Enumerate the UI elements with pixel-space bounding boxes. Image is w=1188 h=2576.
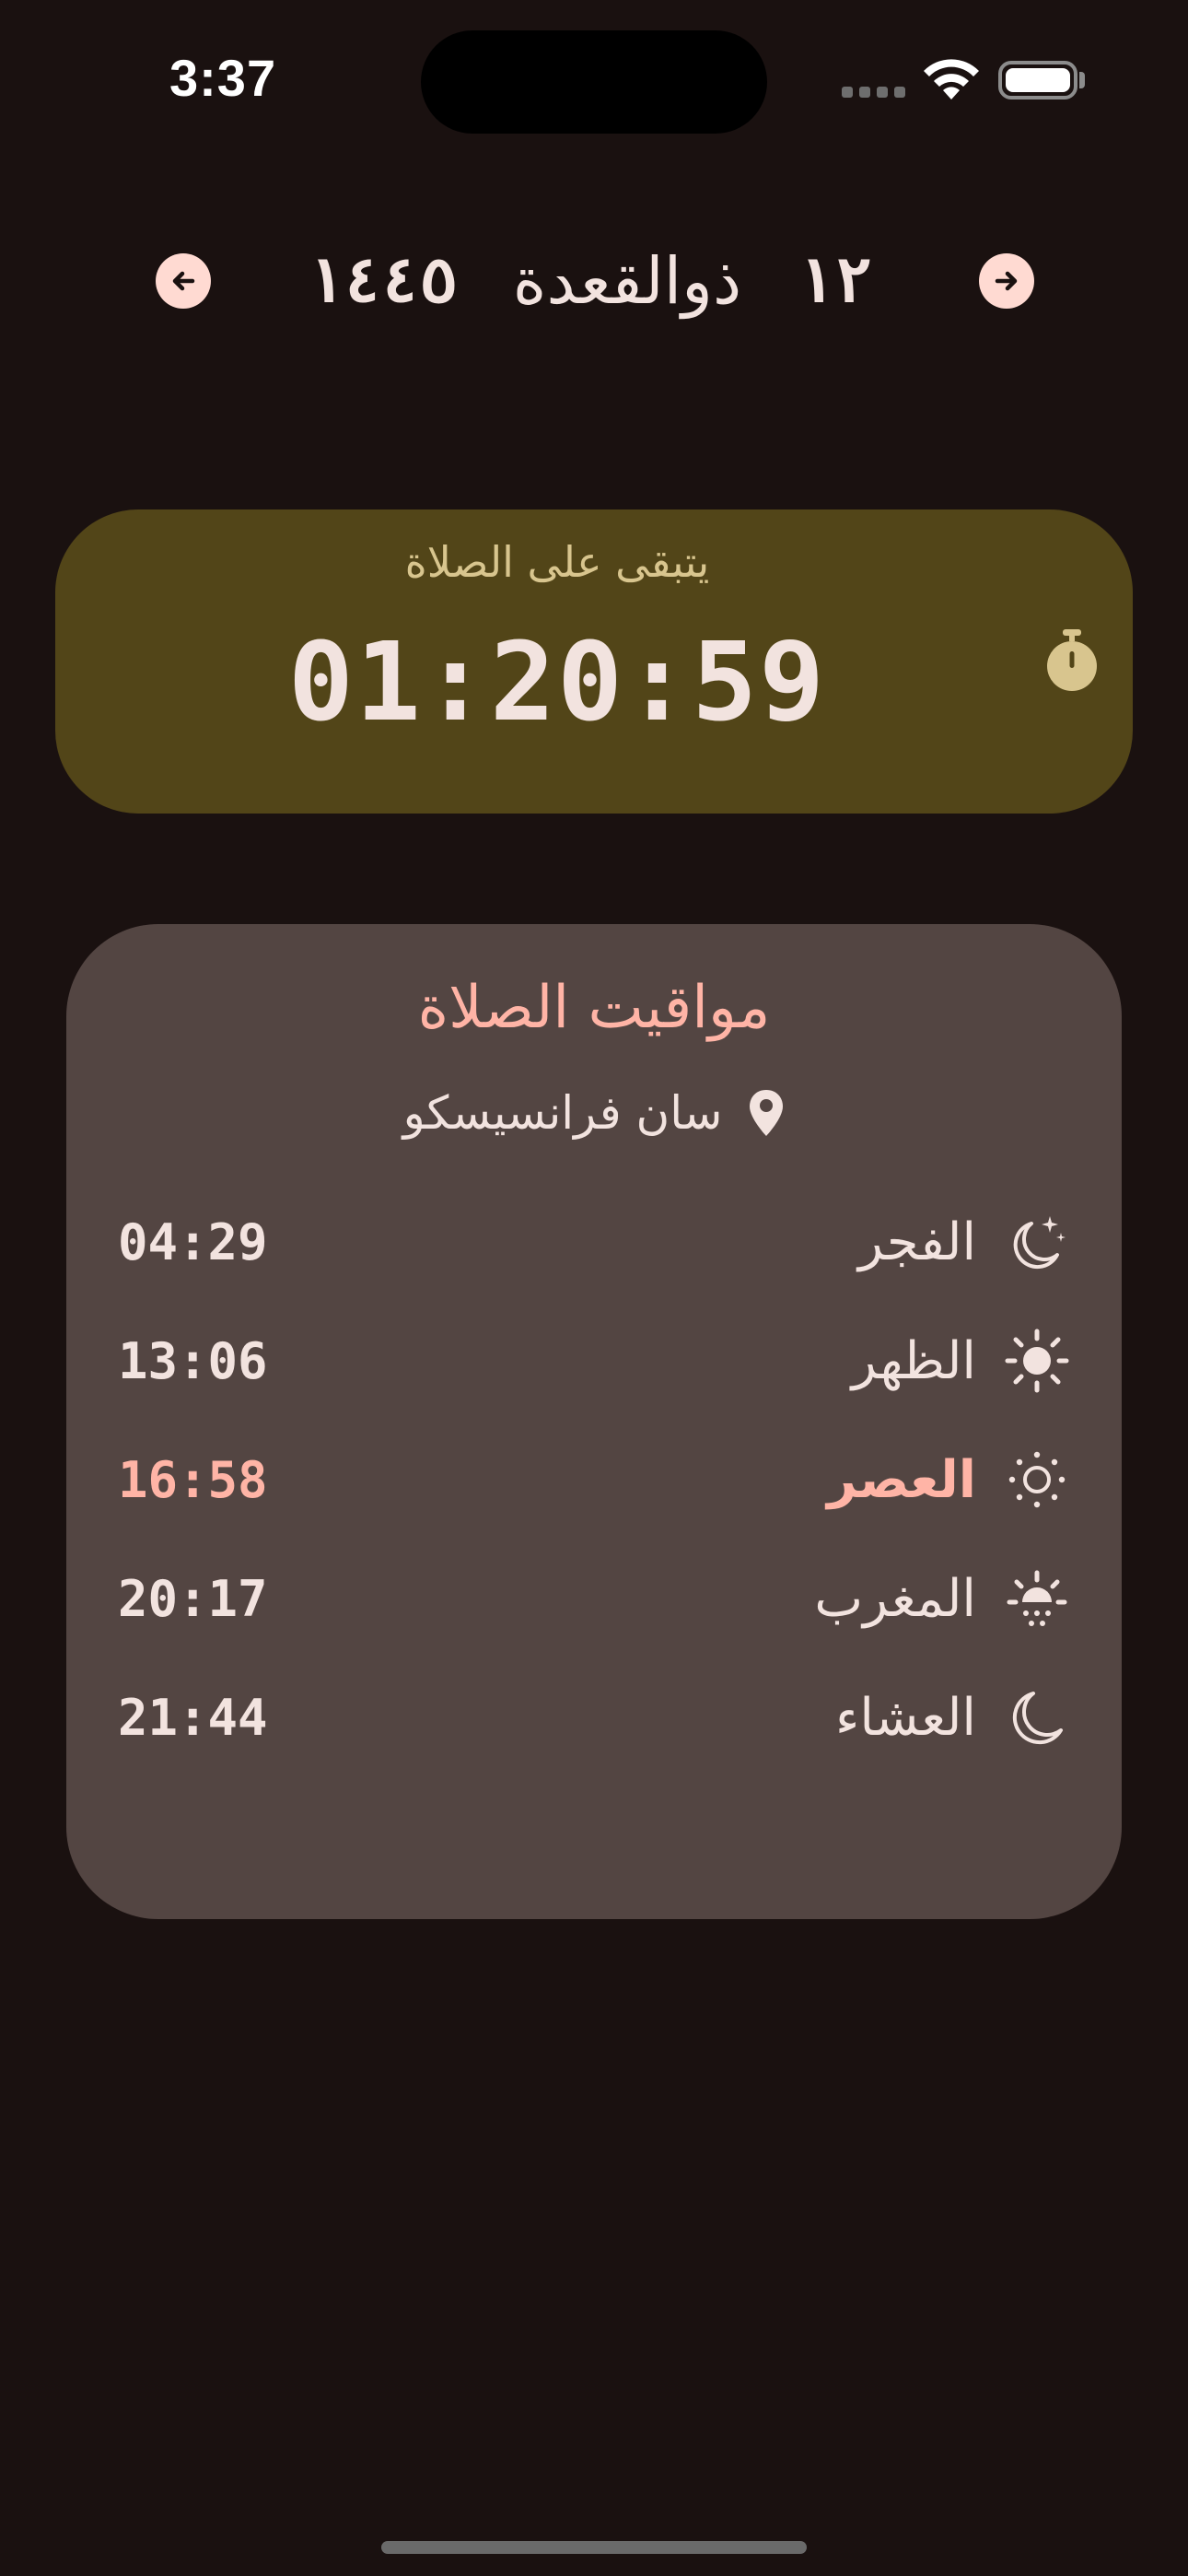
prayer-name: الفجر xyxy=(858,1212,976,1272)
battery-tip xyxy=(1079,72,1085,88)
prayer-time: 04:29 xyxy=(118,1212,268,1271)
location-row: سان فرانسيسكو xyxy=(66,1086,1122,1140)
next-day-button[interactable] xyxy=(979,253,1034,309)
countdown-card: يتبقى على الصلاة 01:20:59 xyxy=(55,509,1133,814)
hijri-year: ١٤٤٥ xyxy=(307,244,458,318)
wifi-icon xyxy=(924,59,979,100)
hijri-day: ١٢ xyxy=(797,244,873,318)
prayer-row-asr: 16:58 العصر xyxy=(118,1438,1070,1521)
prayer-time: 13:06 xyxy=(118,1331,268,1390)
prayer-time: 16:58 xyxy=(118,1450,268,1509)
sun-icon xyxy=(1005,1329,1069,1393)
moon-icon xyxy=(1012,1692,1063,1745)
previous-day-button[interactable] xyxy=(156,253,211,309)
prayer-row-fajr: 04:29 الفجر xyxy=(118,1200,1070,1283)
countdown-time: 01:20:59 xyxy=(287,618,827,745)
prayer-name: العصر xyxy=(827,1449,976,1510)
prayer-row-dhuhr: 13:06 الظهر xyxy=(118,1319,1070,1402)
dynamic-island xyxy=(421,30,767,134)
cellular-signal-icon xyxy=(842,87,905,98)
location-name: سان فرانسيسكو xyxy=(402,1086,723,1140)
prayer-row-maghrib: 20:17 المغرب xyxy=(118,1557,1070,1640)
moon-stars-icon xyxy=(1013,1216,1066,1270)
battery-icon xyxy=(998,61,1077,100)
arrow-right-icon xyxy=(995,271,1018,291)
countdown-label: يتبقى على الصلاة xyxy=(404,537,710,587)
prayer-time: 21:44 xyxy=(118,1688,268,1747)
location-pin-icon xyxy=(750,1090,784,1136)
sunset-icon xyxy=(1007,1570,1067,1626)
prayer-name: المغرب xyxy=(814,1568,976,1629)
prayer-name: العشاء xyxy=(835,1687,976,1748)
hijri-month: ذوالقعدة xyxy=(512,243,742,319)
sun-outline-icon xyxy=(1008,1451,1066,1508)
arrow-left-icon xyxy=(172,271,195,291)
prayer-row-isha: 21:44 العشاء xyxy=(118,1676,1070,1759)
status-bar-time: 3:37 xyxy=(169,49,277,107)
prayer-times-card: مواقيت الصلاة سان فرانسيسكو 04:29 الفجر … xyxy=(66,924,1122,1919)
timer-icon xyxy=(1047,629,1097,691)
hijri-date: ١٢ ذوالقعدة ١٤٤٥ xyxy=(221,230,958,332)
prayer-times-title: مواقيت الصلاة xyxy=(417,974,771,1042)
home-indicator[interactable] xyxy=(381,2541,807,2554)
prayer-time: 20:17 xyxy=(118,1569,268,1628)
prayer-name: الظهر xyxy=(851,1330,976,1391)
